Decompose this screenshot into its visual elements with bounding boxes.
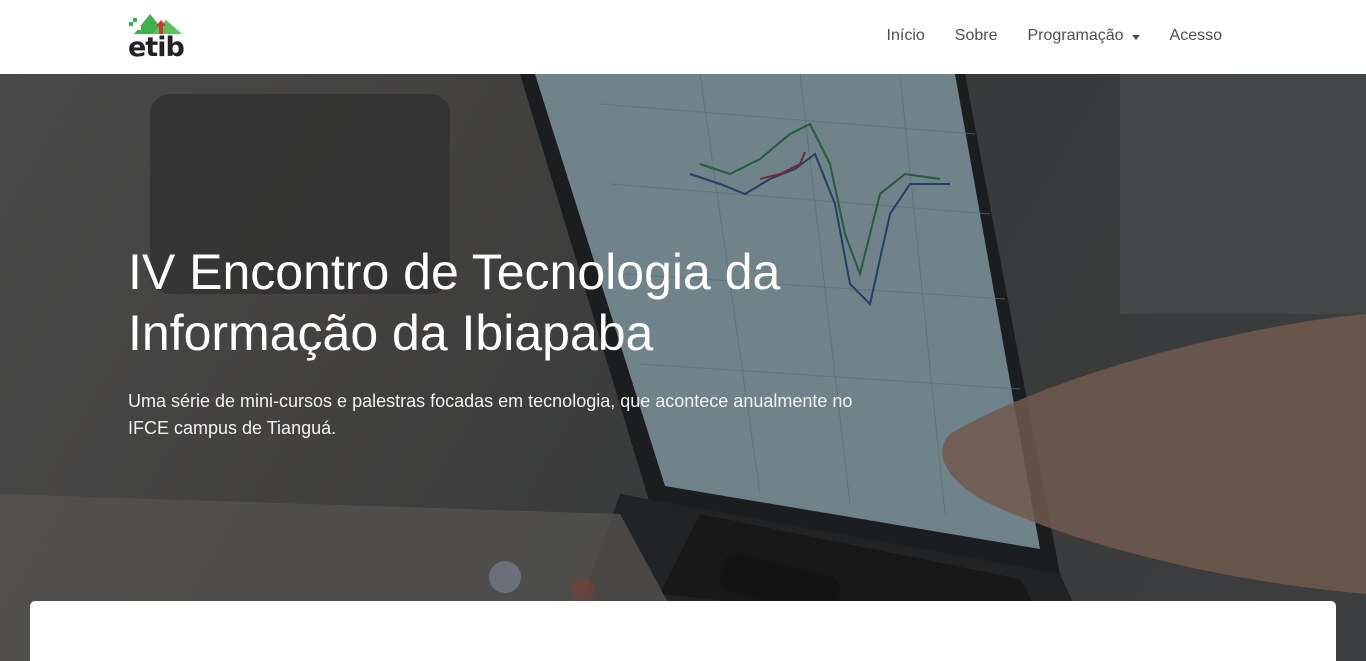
main-nav: Início Sobre Programação Acesso	[857, 24, 1222, 48]
nav-sobre[interactable]: Sobre	[955, 24, 998, 48]
hero-title: IV Encontro de Tecnologia da Informação …	[128, 244, 781, 361]
caret-down-icon	[1131, 34, 1140, 40]
brand-logo[interactable]: etib	[128, 12, 185, 63]
navbar: etib Início Sobre Programação Acesso	[0, 0, 1366, 74]
nav-programacao-label: Programação	[1027, 27, 1124, 44]
hero-banner: IV Encontro de Tecnologia da Informação …	[0, 74, 1366, 661]
hero-overlay	[0, 74, 1366, 661]
brand-name: etib	[128, 32, 185, 63]
nav-inicio[interactable]: Início	[887, 24, 925, 48]
nav-acesso[interactable]: Acesso	[1170, 24, 1222, 48]
content-card	[30, 601, 1336, 661]
nav-programacao-dropdown[interactable]: Programação	[1027, 24, 1140, 48]
hero-subtitle: Uma série de mini-cursos e palestras foc…	[128, 391, 853, 438]
